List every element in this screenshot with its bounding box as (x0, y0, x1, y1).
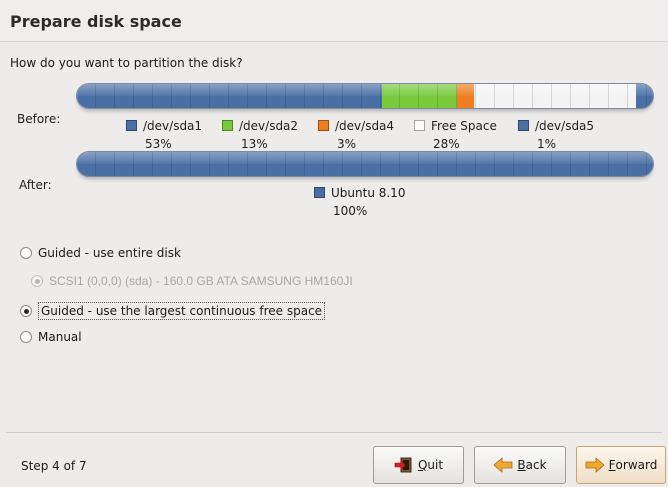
legend-item-sda2: /dev/sda2 (222, 119, 298, 133)
legend-percent: 28% (433, 137, 460, 151)
partition-segment (77, 84, 383, 108)
legend-item-ubuntu: Ubuntu 8.10 (314, 186, 405, 200)
back-button[interactable]: Back (474, 446, 566, 484)
legend-label: Free Space (431, 119, 497, 133)
quit-icon (394, 457, 414, 473)
back-mnemonic: B (517, 458, 526, 472)
step-indicator: Step 4 of 7 (21, 459, 87, 473)
before-partition-bar (76, 83, 654, 109)
radio-button[interactable] (20, 305, 32, 317)
sda4-swatch (318, 120, 329, 131)
legend-item-sda1: /dev/sda1 (126, 119, 202, 133)
legend-item-sda4: /dev/sda4 (318, 119, 394, 133)
partition-question: How do you want to partition the disk? (10, 56, 243, 70)
partition-segment (382, 84, 458, 108)
page-header: Prepare disk space (0, 0, 668, 42)
radio-button[interactable] (20, 331, 32, 343)
legend-percent: 1% (537, 137, 557, 151)
legend-percent: 3% (337, 137, 357, 151)
before-label: Before: (17, 112, 61, 126)
legend-label: /dev/sda1 (143, 119, 203, 133)
forward-label: orward (615, 458, 658, 472)
sda5-swatch (518, 120, 529, 131)
option-disk-choice: SCSI1 (0,0,0) (sda) - 160.0 GB ATA SAMSU… (31, 274, 353, 288)
partition-segment (77, 152, 653, 176)
partition-segment (635, 84, 653, 108)
radio-button (31, 275, 43, 287)
legend-label: /dev/sda4 (335, 119, 395, 133)
quit-button[interactable]: Quit (373, 446, 464, 484)
quit-mnemonic: Q (417, 458, 428, 472)
arrow-right-icon (585, 457, 605, 473)
forward-button[interactable]: Forward (576, 446, 666, 484)
page-title: Prepare disk space (10, 12, 182, 31)
footer-divider (6, 432, 662, 433)
forward-mnemonic: F (608, 458, 616, 472)
option-label: Manual (38, 330, 82, 344)
legend-label: /dev/sda2 (239, 119, 299, 133)
partition-segment (457, 84, 475, 108)
legend-item-sda5: /dev/sda5 (518, 119, 594, 133)
option-label: Guided - use the largest continuous free… (38, 302, 326, 320)
legend-percent: 53% (145, 137, 172, 151)
after-partition-bar (76, 151, 654, 177)
legend-label: /dev/sda5 (535, 119, 595, 133)
legend-percent: 13% (241, 137, 268, 151)
sda1-swatch (126, 120, 137, 131)
option-largest-free-space[interactable]: Guided - use the largest continuous free… (20, 302, 326, 320)
free-space-swatch (414, 120, 425, 131)
option-label: SCSI1 (0,0,0) (sda) - 160.0 GB ATA SAMSU… (49, 274, 353, 288)
option-label: Guided - use entire disk (38, 246, 181, 260)
option-entire-disk[interactable]: Guided - use entire disk (20, 246, 181, 260)
ubuntu-swatch (314, 187, 325, 198)
quit-label: uit (427, 458, 444, 472)
legend-percent: 100% (333, 204, 368, 218)
option-manual[interactable]: Manual (20, 330, 82, 344)
arrow-left-icon (493, 457, 513, 473)
sda2-swatch (222, 120, 233, 131)
legend-item-free-space: Free Space (414, 119, 497, 133)
radio-button[interactable] (20, 247, 32, 259)
back-label: ack (525, 458, 547, 472)
partition-segment (474, 84, 636, 108)
legend-label: Ubuntu 8.10 (331, 186, 406, 200)
after-label: After: (19, 178, 52, 192)
